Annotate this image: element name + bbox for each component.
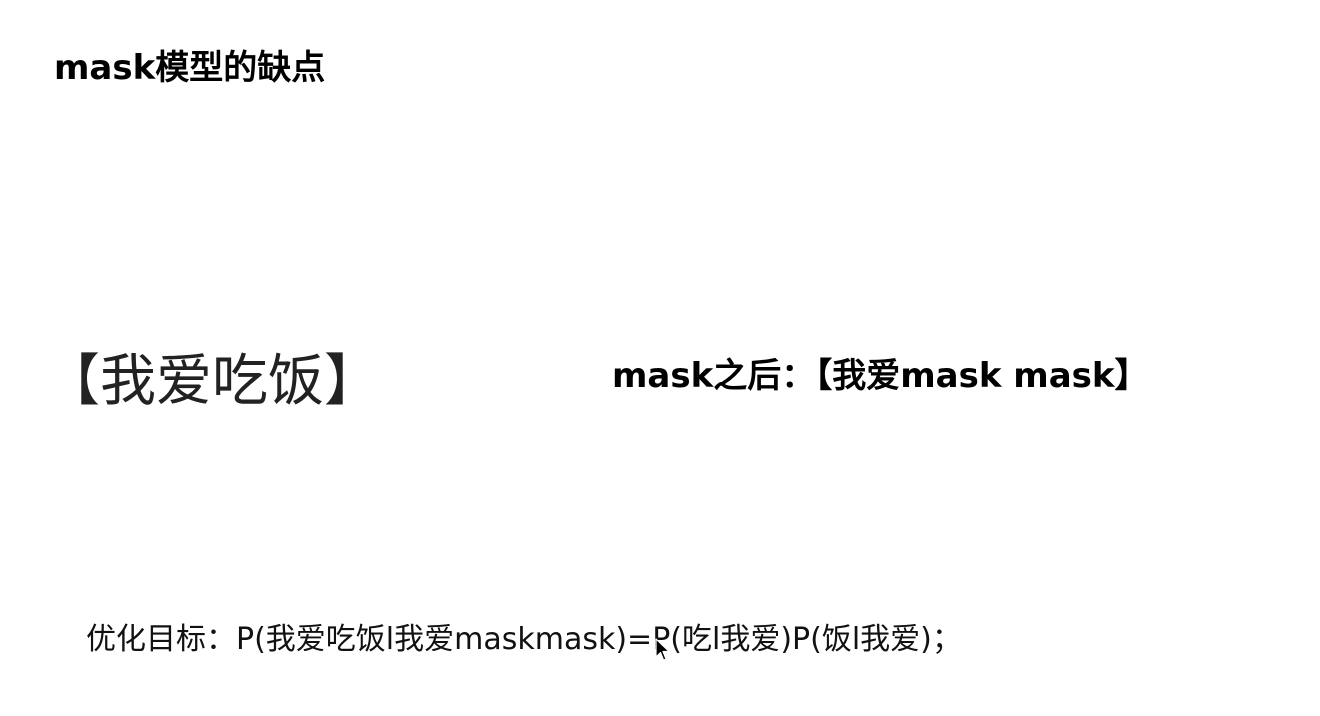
example-sentence: 【我爱吃饭】 xyxy=(44,349,380,414)
slide-title: mask模型的缺点 xyxy=(54,48,326,88)
optimization-objective: 优化目标：P(我爱吃饭l我爱maskmask)=P(吃l我爱)P(饭l我爱)； xyxy=(86,622,962,657)
slide: mask模型的缺点 【我爱吃饭】 mask之后：【我爱mask mask】 优化… xyxy=(0,0,1320,716)
mouse-pointer-icon xyxy=(655,638,670,661)
masked-sentence: mask之后：【我爱mask mask】 xyxy=(612,356,1149,396)
